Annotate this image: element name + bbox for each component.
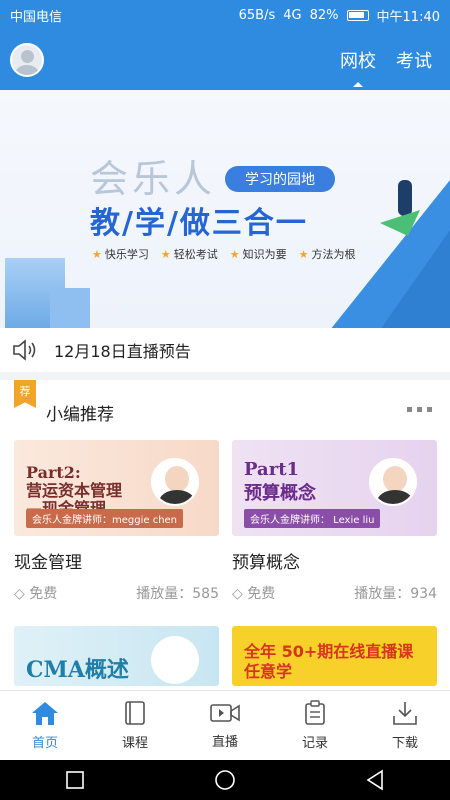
nav-label: 首页 [31, 736, 58, 751]
main-content: 会乐人 学习的园地 教/学/做三合一 快乐学习 轻松考试 知识为要 方法为根 1… [0, 90, 450, 690]
lecturer-photo [151, 636, 199, 684]
building-graphic [50, 288, 90, 328]
recents-button[interactable] [65, 770, 85, 790]
nav-records[interactable]: 记录 [270, 691, 360, 760]
banner-tag: 方法为根 [299, 246, 356, 262]
thumbnail-title: Part1 预算概念 [244, 459, 316, 504]
battery-icon [346, 9, 369, 21]
nav-home[interactable]: 首页 [0, 691, 90, 760]
course-thumbnail: Part1 预算概念 会乐人金牌讲师： Lexie liu [232, 440, 437, 536]
price-tag: ◇ 免费 [232, 586, 276, 602]
book-icon [125, 701, 145, 725]
tab-exam[interactable]: 考试 [396, 47, 432, 73]
banner-brand: 会乐人 [90, 157, 217, 201]
top-tabs: 网校 考试 [340, 47, 432, 87]
thumbnail-title: 全年 50+期在线直播课 任意学 [244, 642, 414, 681]
recommend-section: 荐 小编推荐 Part2: 营运资本管理 —现金管理 会乐人金牌讲师：meggi… [0, 380, 450, 690]
course-meta: ◇ 免费 播放量：585 [14, 583, 219, 603]
nav-courses[interactable]: 课程 [90, 691, 180, 760]
status-right: 65B/s 4G 82% 中午11:40 [239, 6, 440, 25]
speaker-icon [13, 339, 36, 361]
course-thumbnail: Part2: 营运资本管理 —现金管理 会乐人金牌讲师：meggie chen [14, 440, 219, 536]
nav-label: 下载 [391, 736, 418, 751]
clock: 中午11:40 [376, 9, 440, 25]
back-button[interactable] [365, 769, 385, 791]
thumbnail-title: CMA概述 [26, 657, 129, 683]
status-bar: 中国电信 65B/s 4G 82% 中午11:40 [0, 0, 450, 30]
banner-tag: 知识为要 [230, 246, 287, 262]
download-icon [393, 702, 417, 725]
play-count: 播放量：934 [354, 586, 437, 602]
lecturer-photo [151, 458, 199, 506]
more-icon[interactable] [407, 407, 432, 412]
lecturer-tag: 会乐人金牌讲师： Lexie liu [244, 509, 381, 528]
play-count: 播放量：585 [136, 586, 219, 602]
home-icon [32, 702, 58, 725]
lecturer-photo [369, 458, 417, 506]
system-nav-bar [0, 760, 450, 800]
nav-label: 课程 [121, 736, 148, 751]
course-name: 预算概念 [232, 553, 300, 573]
decor-triangle [380, 230, 450, 328]
nav-live[interactable]: 直播 [180, 691, 270, 760]
battery-percent: 82% [309, 7, 339, 23]
recommend-badge: 荐 [14, 380, 36, 408]
carrier-label: 中国电信 [10, 9, 63, 25]
course-meta: ◇ 免费 播放量：934 [232, 583, 437, 603]
price-label: 免费 [247, 586, 276, 602]
banner-headline: 教/学/做三合一 [90, 206, 308, 241]
course-name: 现金管理 [14, 553, 82, 573]
banner-tag: 轻松考试 [161, 246, 218, 262]
banner-tags: 快乐学习 轻松考试 知识为要 方法为根 [92, 246, 356, 262]
notice-text: 12月18日直播预告 [54, 342, 191, 361]
price-label: 免费 [29, 586, 58, 602]
nav-download[interactable]: 下载 [360, 691, 450, 760]
bottom-nav: 首页 课程 直播 记录 下载 [0, 690, 450, 760]
banner-tag: 快乐学习 [92, 246, 149, 262]
course-card[interactable]: 全年 50+期在线直播课 任意学 [232, 626, 437, 686]
section-title: 小编推荐 [46, 405, 114, 425]
nav-label: 直播 [211, 735, 238, 750]
person-illustration [398, 180, 412, 216]
signal-label: 4G [283, 7, 302, 23]
course-card[interactable]: CMA概述 [14, 626, 219, 686]
promo-banner[interactable]: 会乐人 学习的园地 教/学/做三合一 快乐学习 轻松考试 知识为要 方法为根 [0, 90, 450, 328]
network-speed: 65B/s [238, 7, 276, 23]
lecturer-tag: 会乐人金牌讲师：meggie chen [26, 509, 184, 528]
nav-label: 记录 [301, 736, 328, 751]
app-bar: 网校 考试 [0, 30, 450, 90]
course-card[interactable]: Part2: 营运资本管理 —现金管理 会乐人金牌讲师：meggie chen … [14, 440, 219, 603]
tab-school[interactable]: 网校 [340, 47, 376, 87]
price-tag: ◇ 免费 [14, 586, 58, 602]
live-notice[interactable]: 12月18日直播预告 [0, 328, 450, 380]
video-icon [210, 704, 240, 722]
home-button[interactable] [214, 769, 236, 791]
course-card[interactable]: Part1 预算概念 会乐人金牌讲师： Lexie liu 预算概念 ◇ 免费 … [232, 440, 437, 603]
clipboard-icon [305, 700, 325, 725]
banner-pill: 学习的园地 [225, 166, 335, 192]
avatar[interactable] [10, 43, 44, 77]
